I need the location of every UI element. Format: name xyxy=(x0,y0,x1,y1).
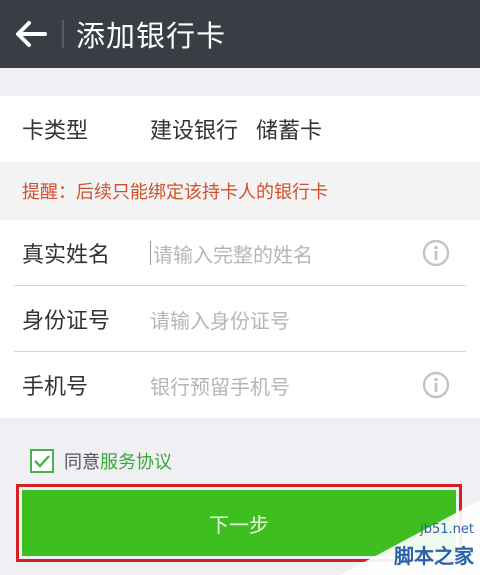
phone-row[interactable]: 手机号 银行预留手机号 xyxy=(0,352,480,418)
info-icon[interactable] xyxy=(422,239,450,267)
name-label: 真实姓名 xyxy=(22,243,111,268)
reminder-text: 提醒：后续只能绑定该持卡人的银行卡 xyxy=(0,162,480,220)
card-type-label: 卡类型 xyxy=(22,119,89,144)
check-icon xyxy=(34,455,50,468)
card-type-value: 建设银行 储蓄卡 xyxy=(150,113,322,145)
agreement-prefix: 同意 xyxy=(64,452,100,473)
card-type-row: 卡类型 建设银行 储蓄卡 xyxy=(0,96,480,162)
info-icon[interactable] xyxy=(422,371,450,399)
text-caret xyxy=(150,241,151,265)
agreement-row: 同意 服务协议 xyxy=(30,448,172,474)
arrow-left-icon xyxy=(16,21,47,47)
id-row[interactable]: 身份证号 请输入身份证号 xyxy=(0,286,480,352)
watermark: jb51.net 脚本之家 xyxy=(340,500,480,575)
card-type-section: 卡类型 建设银行 储蓄卡 xyxy=(0,96,480,162)
back-button[interactable] xyxy=(0,0,62,68)
watermark-url: jb51.net xyxy=(420,522,474,537)
phone-label: 手机号 xyxy=(22,375,89,400)
header-divider xyxy=(62,20,64,48)
page-title: 添加银行卡 xyxy=(76,19,227,53)
form-section: 真实姓名 请输入完整的姓名 身份证号 请输入身份证号 手机号 银行预留手机号 xyxy=(0,220,480,418)
watermark-name: 脚本之家 xyxy=(394,544,474,568)
service-agreement-link[interactable]: 服务协议 xyxy=(100,448,172,474)
agreement-checkbox[interactable] xyxy=(30,449,54,473)
name-row[interactable]: 真实姓名 请输入完整的姓名 xyxy=(0,220,480,286)
bank-name: 建设银行 xyxy=(150,119,239,144)
top-bar: 添加银行卡 xyxy=(0,0,480,68)
card-kind: 储蓄卡 xyxy=(256,119,323,144)
id-label: 身份证号 xyxy=(22,309,111,334)
id-input[interactable]: 请输入身份证号 xyxy=(150,305,480,334)
